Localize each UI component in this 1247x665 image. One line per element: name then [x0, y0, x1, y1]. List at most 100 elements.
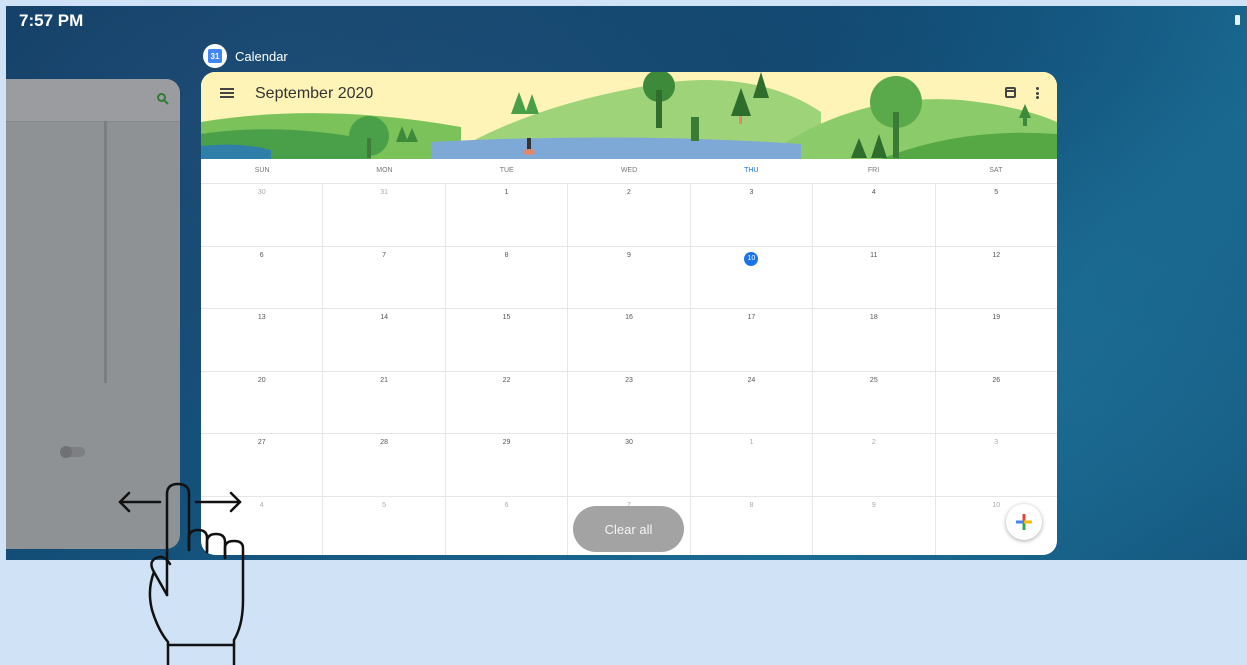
day-cell[interactable]: 29	[446, 434, 569, 496]
day-cell[interactable]: 28	[323, 434, 446, 496]
app-label[interactable]: 31 Calendar	[203, 44, 288, 68]
date-number: 1	[504, 189, 509, 196]
date-number: 10	[992, 501, 1001, 509]
day-cell[interactable]: 22	[446, 371, 569, 433]
week-row: 27 28 29 30 1 2 3	[201, 434, 1057, 497]
day-cell[interactable]: 13	[201, 309, 324, 371]
day-cell[interactable]: 8	[446, 246, 569, 308]
day-of-week-label: FRI	[867, 167, 880, 174]
day-of-week-label: TUE	[499, 167, 514, 174]
previous-app-card[interactable]	[6, 79, 180, 549]
date-number: 15	[502, 314, 511, 321]
date-number: 18	[869, 314, 878, 321]
day-cell[interactable]: 11	[813, 246, 936, 308]
month-grid: SUN MON TUE WED THU FRI SAT 30 31 1 2 3 4 5 6 7 8 9 10 11 1…	[201, 159, 1057, 555]
day-cell[interactable]: 23	[568, 371, 691, 433]
week-row: 30 31 1 2 3 4 5	[201, 184, 1057, 247]
day-cell[interactable]: 31	[323, 184, 446, 246]
day-cell[interactable]: 9	[568, 246, 691, 308]
day-cell[interactable]: 1	[446, 184, 569, 246]
day-cell[interactable]: 12	[936, 247, 1057, 309]
today-calendar-icon[interactable]	[1005, 87, 1016, 98]
app-label-name: Calendar	[235, 48, 288, 64]
day-cell[interactable]: 19	[936, 309, 1057, 371]
day-cell[interactable]: 5	[936, 184, 1057, 246]
day-cell[interactable]: 3	[691, 184, 814, 246]
previous-app-divider	[104, 121, 107, 383]
previous-app-toggle[interactable]	[60, 446, 85, 458]
date-number: 26	[992, 376, 1001, 384]
day-cell[interactable]: 10	[691, 246, 814, 308]
day-cell[interactable]: 2	[813, 434, 936, 496]
date-number: 5	[382, 501, 387, 509]
day-cell[interactable]: 18	[813, 309, 936, 371]
date-number: 9	[871, 501, 876, 509]
date-number: 3	[749, 189, 754, 196]
day-cell[interactable]: 8	[691, 496, 814, 555]
day-cell[interactable]: 15	[446, 309, 569, 371]
date-number: 6	[259, 251, 264, 259]
day-cell[interactable]: 6	[201, 246, 324, 308]
today-date-number: 10	[744, 251, 759, 266]
week-row: 6 7 8 9 10 11 12	[201, 246, 1057, 309]
day-cell[interactable]: 5	[323, 496, 446, 555]
date-number: 16	[625, 314, 633, 321]
clear-all-button[interactable]: Clear all	[573, 506, 684, 552]
more-options-icon[interactable]	[1036, 87, 1040, 99]
date-number: 27	[257, 439, 266, 446]
date-number: 8	[749, 501, 754, 509]
date-number: 29	[502, 439, 511, 446]
hamburger-menu-icon[interactable]	[220, 88, 234, 98]
week-row: 13 14 15 16 17 18 19	[201, 309, 1057, 372]
day-cell[interactable]: 26	[936, 372, 1057, 434]
day-cell[interactable]: 14	[323, 309, 446, 371]
day-cell[interactable]: 24	[691, 371, 814, 433]
day-cell[interactable]: 30	[201, 184, 324, 246]
day-cell[interactable]: 2	[568, 184, 691, 246]
date-number: 19	[992, 314, 1001, 321]
date-number: 31	[380, 189, 389, 196]
week-row: 20 21 22 23 24 25 26	[201, 371, 1057, 434]
date-number: 21	[380, 376, 389, 384]
date-number: 2	[627, 189, 631, 196]
day-of-week-label: WED	[620, 167, 638, 174]
day-cell[interactable]: 1	[691, 434, 814, 496]
day-cell[interactable]: 17	[691, 309, 814, 371]
date-number: 5	[994, 189, 999, 196]
create-event-button[interactable]	[1006, 504, 1042, 540]
battery-icon	[1235, 15, 1240, 25]
date-number: 4	[871, 189, 876, 196]
day-cell[interactable]: 25	[813, 371, 936, 433]
date-number: 2	[871, 439, 876, 446]
day-of-week-label: SAT	[989, 167, 1003, 174]
date-number: 24	[747, 376, 756, 384]
day-cell[interactable]: 6	[446, 496, 569, 555]
day-cell[interactable]: 20	[201, 371, 324, 433]
date-number: 20	[257, 376, 266, 384]
calendar-app-card[interactable]: September 2020 SUN MON TUE WED THU FRI SAT 30 3…	[201, 72, 1057, 555]
day-cell[interactable]: 3	[936, 434, 1057, 496]
calendar-app-icon[interactable]: 31	[203, 44, 227, 68]
day-cell[interactable]: 7	[323, 246, 446, 308]
date-number: 22	[502, 376, 511, 384]
date-number: 6	[504, 501, 509, 509]
day-cell[interactable]: 4	[813, 184, 936, 246]
date-number: 30	[625, 439, 633, 446]
date-number: 11	[870, 251, 878, 259]
date-number: 8	[504, 251, 509, 259]
day-cell[interactable]: 9	[813, 496, 936, 555]
month-title[interactable]: September 2020	[255, 85, 373, 103]
date-number: 9	[627, 251, 631, 259]
date-number: 17	[747, 314, 756, 321]
day-cell[interactable]: 30	[568, 434, 691, 496]
date-number: 4	[259, 501, 264, 509]
plus-icon	[1016, 514, 1032, 530]
previous-app-toolbar	[6, 79, 180, 122]
recents-screen: 7:57 PM 31 Calendar September 2020 SUN M…	[6, 6, 1247, 560]
day-cell[interactable]: 21	[323, 371, 446, 433]
status-time: 7:57 PM	[19, 11, 84, 30]
date-number: 14	[380, 314, 389, 321]
weeks-container: 30 31 1 2 3 4 5 6 7 8 9 10 11 12 13 14 15 16 17 18 19 20 21 22 2…	[201, 183, 1057, 555]
day-cell[interactable]: 16	[568, 309, 691, 371]
search-icon	[157, 93, 169, 105]
